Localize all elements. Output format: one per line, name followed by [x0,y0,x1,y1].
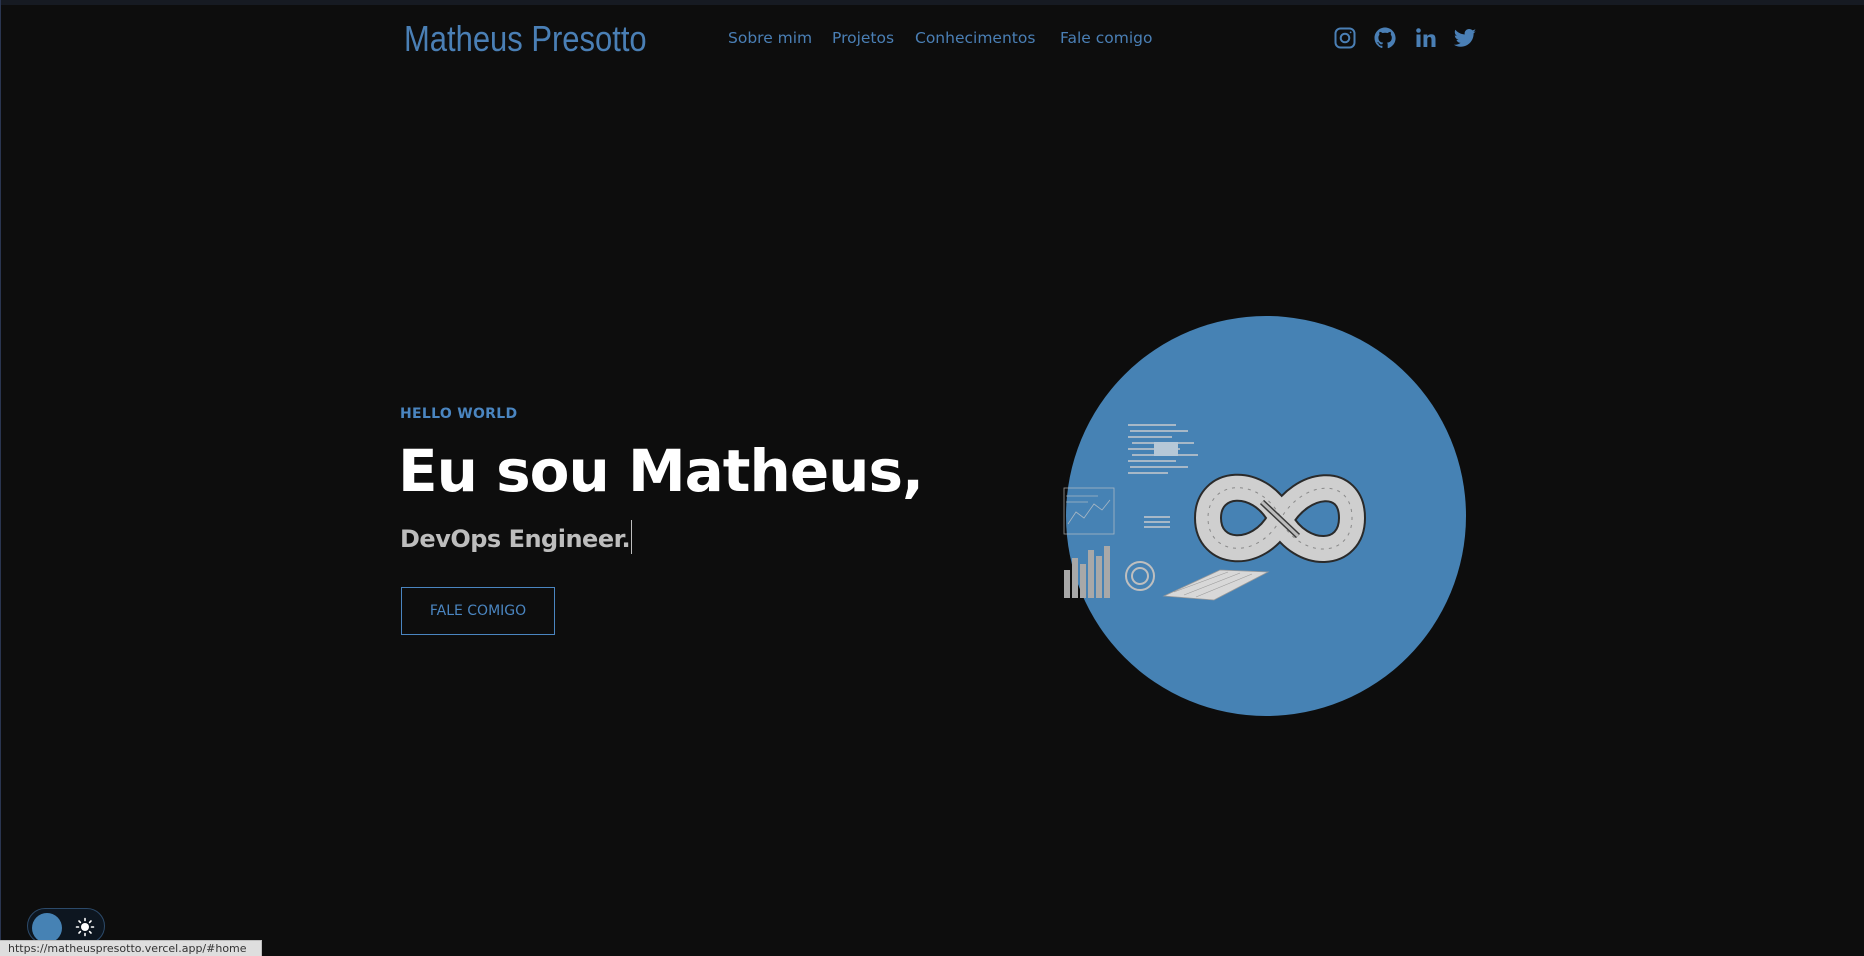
site-logo[interactable]: Matheus Presotto [404,18,647,60]
sun-icon [75,917,95,937]
hero-role: DevOps Engineer. [400,520,633,555]
hero-eyebrow: HELLO WORLD [400,406,518,422]
top-border [0,0,1864,5]
twitter-icon[interactable] [1453,26,1477,50]
nav-link-conhecimentos[interactable]: Conhecimentos [915,29,1035,47]
left-border [0,0,1,956]
linkedin-icon[interactable] [1414,26,1438,50]
typing-caret [631,520,633,554]
hero-headline: Eu sou Matheus, [398,437,924,505]
devops-infinity-illustration [1063,424,1366,601]
contact-button[interactable]: FALE COMIGO [401,587,555,635]
theme-toggle-knob [32,913,62,943]
instagram-icon[interactable] [1333,26,1357,50]
nav-link-projetos[interactable]: Projetos [832,29,894,47]
github-icon[interactable] [1373,26,1397,50]
browser-status-url: https://matheuspresotto.vercel.app/#home [0,940,262,956]
theme-toggle[interactable] [27,908,105,944]
hero-role-text: DevOps Engineer. [400,525,631,553]
nav-link-fale-comigo[interactable]: Fale comigo [1060,29,1153,47]
nav-link-sobre-mim[interactable]: Sobre mim [728,29,812,47]
